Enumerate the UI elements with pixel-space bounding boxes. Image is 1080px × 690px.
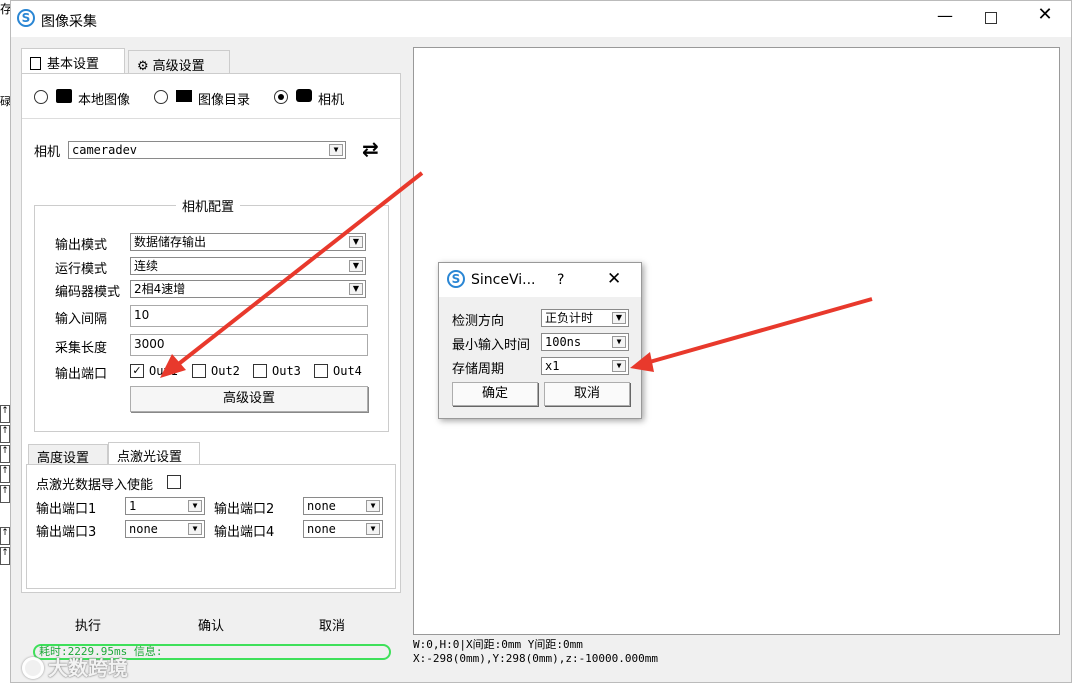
annotation-arrow-2-head [630,352,654,372]
annotation-arrows [160,171,873,378]
annotation-arrow-1-head [160,354,186,378]
watermark: 大数跨境 [22,652,128,681]
annotation-arrow-2 [645,297,873,365]
watermark-logo-icon [22,657,44,679]
annotation-arrow-1 [174,171,424,368]
